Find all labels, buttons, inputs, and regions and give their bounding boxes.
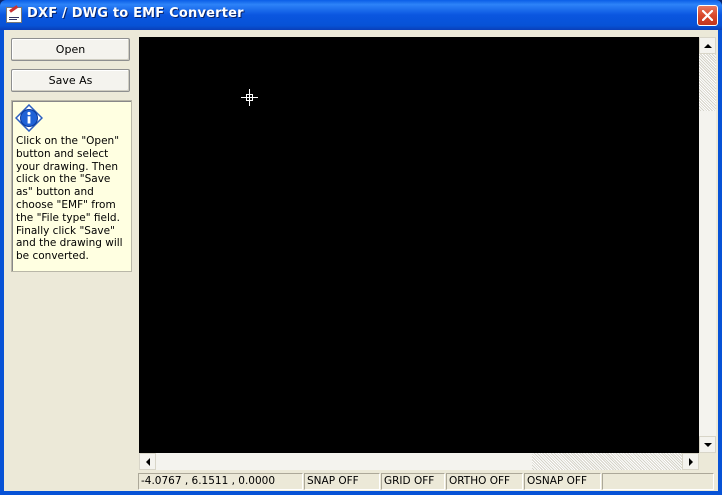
arrow-up-icon	[704, 44, 712, 48]
snap-status[interactable]: SNAP OFF	[304, 473, 380, 490]
coordinates-readout: -4.0767 , 6.1511 , 0.0000	[138, 473, 303, 490]
drawing-canvas[interactable]	[139, 37, 699, 453]
grid-status[interactable]: GRID OFF	[381, 473, 445, 490]
status-bar: -4.0767 , 6.1511 , 0.0000 SNAP OFF GRID …	[4, 472, 718, 491]
vertical-scrollbar[interactable]	[699, 37, 716, 453]
drawing-app-icon[interactable]	[6, 5, 22, 23]
arrow-left-icon	[146, 458, 150, 466]
vertical-scroll-track[interactable]	[699, 54, 716, 111]
scroll-up-button[interactable]	[699, 37, 716, 54]
window-border-bottom	[0, 491, 722, 495]
scroll-left-button[interactable]	[139, 453, 156, 470]
window-title: DXF / DWG to EMF Converter	[27, 6, 244, 21]
client-area: Open Save As Click on the "Open" button …	[4, 30, 718, 491]
osnap-status[interactable]: OSNAP OFF	[524, 473, 601, 490]
info-panel: Click on the "Open" button and select yo…	[11, 100, 132, 272]
scrollbar-corner	[699, 453, 716, 470]
app-window: DXF / DWG to EMF Converter Open Save As …	[0, 0, 722, 495]
close-icon	[702, 10, 713, 21]
scroll-right-button[interactable]	[682, 453, 699, 470]
scroll-down-button[interactable]	[699, 436, 716, 453]
ortho-status[interactable]: ORTHO OFF	[446, 473, 523, 490]
crosshair-cursor-icon	[241, 89, 258, 106]
title-bar[interactable]: DXF / DWG to EMF Converter	[0, 0, 722, 30]
window-border-right	[718, 30, 722, 495]
save-as-button[interactable]: Save As	[11, 69, 130, 92]
info-icon	[15, 104, 43, 132]
open-button[interactable]: Open	[11, 38, 130, 61]
close-button[interactable]	[697, 5, 718, 26]
info-text: Click on the "Open" button and select yo…	[16, 135, 123, 263]
arrow-right-icon	[689, 458, 693, 466]
status-pane-empty	[602, 473, 714, 490]
horizontal-scrollbar[interactable]	[139, 453, 699, 470]
horizontal-scroll-track[interactable]	[532, 453, 682, 470]
arrow-down-icon	[704, 443, 712, 447]
